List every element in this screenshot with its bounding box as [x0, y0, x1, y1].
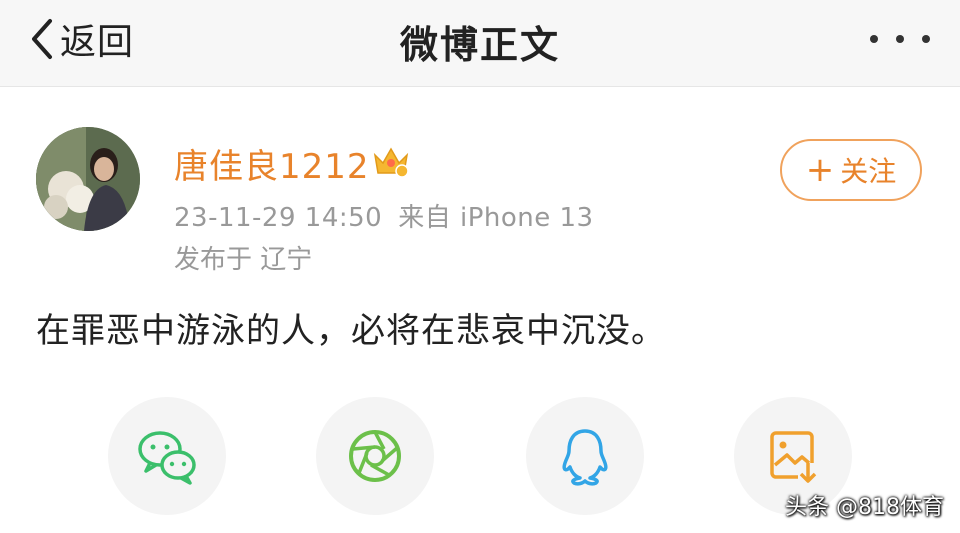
- post-meta: 23-11-29 14:50 来自 iPhone 13: [174, 197, 594, 234]
- crown-icon: [373, 147, 409, 178]
- share-wechat-button[interactable]: [108, 397, 226, 515]
- page-title: 微博正文: [399, 23, 560, 67]
- save-image-icon: [770, 431, 818, 485]
- weibo-post: 唐佳良1212 23-11-29 14:50 来自 iPhone 13 发布于 辽…: [0, 87, 960, 533]
- share-moments-button[interactable]: [316, 397, 434, 515]
- qq-icon: [562, 429, 608, 486]
- avatar-photo: [36, 127, 140, 231]
- post-source: 来自 iPhone 13: [398, 203, 594, 233]
- post-timestamp: 23-11-29 14:50: [174, 203, 383, 233]
- follow-label: 关注: [840, 155, 897, 188]
- plus-icon: +: [805, 150, 835, 190]
- more-dot-icon: [870, 35, 878, 43]
- username-link[interactable]: 唐佳良1212: [174, 139, 370, 188]
- follow-button[interactable]: + 关注: [780, 139, 922, 201]
- top-navigation-bar: 返回 微博正文: [0, 0, 960, 87]
- more-options-button[interactable]: [870, 26, 930, 52]
- more-dot-icon: [896, 35, 904, 43]
- wechat-icon: [138, 431, 196, 485]
- watermark: 头条 @818体育: [785, 495, 944, 520]
- post-text: 在罪恶中游泳的人，必将在悲哀中沉没。: [36, 311, 666, 351]
- moments-icon: [349, 430, 401, 482]
- avatar[interactable]: [36, 127, 140, 231]
- post-location: 发布于 辽宁: [174, 245, 313, 275]
- share-qq-button[interactable]: [526, 397, 644, 515]
- more-dot-icon: [922, 35, 930, 43]
